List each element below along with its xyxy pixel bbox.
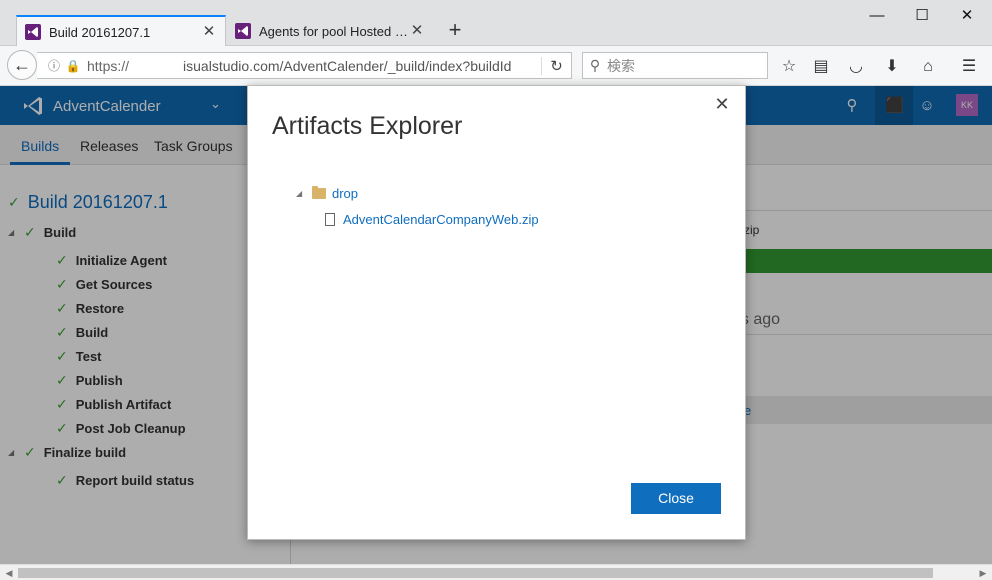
folder-icon [312, 186, 326, 199]
scroll-right-icon[interactable]: ▶ [976, 566, 990, 580]
new-tab-button[interactable]: + [443, 18, 467, 42]
close-icon[interactable]: ✕ [712, 94, 732, 114]
browser-tab-agents[interactable]: Agents for pool Hosted - ... ✕ [227, 15, 433, 47]
bookmark-star-icon[interactable]: ☆ [778, 56, 800, 78]
maximize-button[interactable]: ☐ [899, 4, 945, 28]
back-arrow-icon[interactable]: ← [7, 50, 37, 80]
visual-studio-icon [25, 24, 41, 40]
scroll-left-icon[interactable]: ◀ [2, 566, 16, 580]
close-button[interactable]: Close [631, 483, 721, 514]
browser-tab-label: Agents for pool Hosted - ... [259, 23, 409, 39]
artifact-file[interactable]: AdventCalendarCompanyWeb.zip [325, 212, 539, 227]
download-icon[interactable]: ⬇ [881, 56, 903, 78]
minimize-button[interactable]: — [854, 4, 900, 28]
url-bar[interactable]: ⓘ 🔒 https:// isualstudio.com/AdventCalen… [37, 52, 572, 79]
dialog-title: Artifacts Explorer [272, 112, 463, 140]
browser-navbar: ← ⓘ 🔒 https:// isualstudio.com/AdventCal… [0, 46, 992, 86]
reload-icon[interactable]: ↻ [541, 56, 571, 75]
browser-tab-label: Build 20161207.1 [49, 24, 151, 40]
expand-triangle-icon[interactable]: ◢ [296, 189, 304, 198]
search-input[interactable]: ⚲ 検索 [582, 52, 768, 79]
artifacts-explorer-dialog: ✕ Artifacts Explorer ◢ drop AdventCalend… [247, 85, 746, 540]
file-link[interactable]: AdventCalendarCompanyWeb.zip [343, 212, 539, 227]
search-placeholder: 検索 [607, 57, 635, 74]
menu-icon[interactable]: ☰ [958, 56, 980, 78]
url-text: isualstudio.com/AdventCalender/_build/in… [183, 57, 512, 74]
search-icon: ⚲ [589, 57, 601, 73]
visual-studio-icon [235, 23, 251, 39]
folder-label: drop [332, 186, 359, 201]
url-prefix: https:// [87, 57, 130, 74]
lock-icon[interactable]: 🔒 [65, 59, 81, 73]
close-tab-icon[interactable]: ✕ [201, 24, 217, 40]
file-icon [325, 213, 335, 226]
url-redacted [129, 56, 184, 75]
scrollbar-thumb[interactable] [18, 568, 933, 578]
info-icon[interactable]: ⓘ [43, 57, 65, 74]
artifact-folder-drop[interactable]: ◢ drop [296, 186, 358, 201]
window-close-button[interactable]: ✕ [944, 4, 990, 28]
browser-titlebar: Build 20161207.1 ✕ Agents for pool Hoste… [0, 0, 992, 47]
pocket-icon[interactable]: ◡ [845, 56, 867, 78]
close-tab-icon[interactable]: ✕ [409, 23, 425, 39]
horizontal-scrollbar[interactable]: ◀ ▶ [0, 564, 992, 580]
home-icon[interactable]: ⌂ [917, 56, 939, 78]
reading-list-icon[interactable]: ▤ [810, 56, 832, 78]
browser-tab-build[interactable]: Build 20161207.1 ✕ [16, 15, 226, 47]
